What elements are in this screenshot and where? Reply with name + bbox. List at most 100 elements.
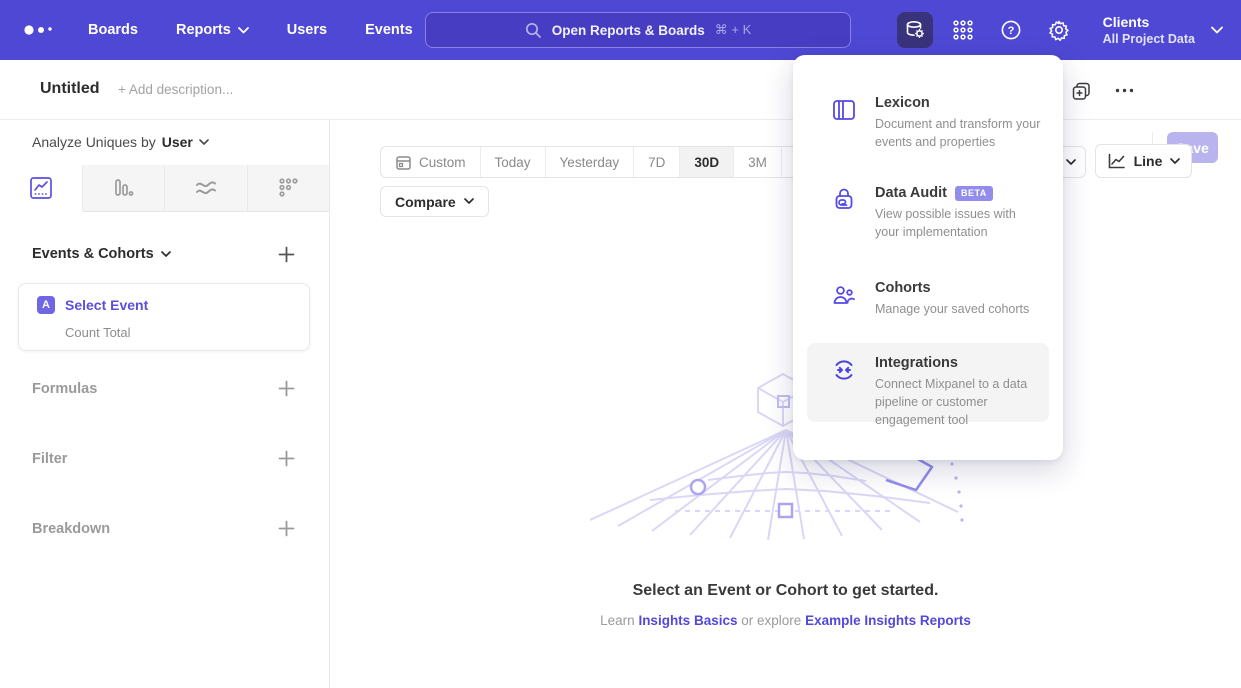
insights-basics-link[interactable]: Insights Basics — [638, 613, 737, 628]
bar-chart-tab-icon — [111, 176, 135, 200]
search-shortcut: ⌘ + K — [715, 22, 752, 38]
date-range-7d[interactable]: 7D — [633, 147, 679, 177]
menu-item-data-audit[interactable]: Data Audit BETA View possible issues wit… — [807, 173, 1049, 253]
data-audit-icon — [831, 185, 857, 241]
nav-item-label: Events — [365, 22, 413, 38]
plus-icon — [278, 380, 295, 397]
event-count-type[interactable]: Count Total — [65, 325, 131, 340]
lexicon-book-icon — [831, 95, 857, 151]
select-event-button[interactable]: Select Event — [65, 297, 148, 313]
subtitle-text: or explore — [741, 613, 801, 628]
event-series-badge: A — [37, 296, 55, 314]
org-name: Clients — [1103, 14, 1195, 31]
chevron-down-icon[interactable] — [199, 139, 209, 146]
analyze-uniques-row: Analyze Uniques by User — [32, 134, 209, 150]
chart-type-dropdown[interactable]: Line — [1095, 144, 1192, 178]
global-search-input[interactable]: Open Reports & Boards ⌘ + K — [425, 12, 851, 48]
filter-section-label: Filter — [32, 451, 67, 467]
apps-grid-icon — [952, 19, 974, 41]
query-sidebar: Analyze Uniques by User — [0, 120, 330, 688]
search-icon — [525, 22, 542, 39]
calendar-icon — [395, 154, 412, 171]
date-range-custom[interactable]: Custom — [381, 147, 480, 177]
chevron-down-icon — [161, 251, 171, 258]
tab-metric-chart[interactable] — [248, 165, 330, 212]
metric-tab-icon — [276, 176, 300, 200]
nav-item-boards[interactable]: Boards — [88, 22, 138, 38]
tab-line-chart[interactable] — [0, 165, 83, 212]
date-range-30d[interactable]: 30D — [679, 147, 733, 177]
date-range-label: 30D — [694, 155, 719, 170]
report-description-field[interactable]: + Add description... — [118, 82, 233, 97]
add-event-button[interactable] — [278, 246, 295, 263]
top-navbar: Boards Reports Users Events Open Reports… — [0, 0, 1241, 60]
date-range-today[interactable]: Today — [480, 147, 545, 177]
menu-item-title: Data Audit — [875, 185, 947, 201]
chevron-down-icon — [1211, 26, 1223, 34]
nav-item-label: Reports — [176, 22, 231, 38]
help-button[interactable]: ? — [993, 12, 1029, 48]
tab-stacked-chart[interactable] — [165, 165, 248, 212]
analyze-label: Analyze Uniques by — [32, 134, 156, 150]
analyze-value-dropdown[interactable]: User — [162, 134, 193, 150]
menu-item-title: Cohorts — [875, 280, 931, 296]
mixpanel-logo[interactable] — [20, 16, 64, 44]
empty-state-title: Select an Event or Cohort to get started… — [330, 582, 1241, 600]
chevron-down-icon — [1170, 158, 1180, 165]
date-range-yesterday[interactable]: Yesterday — [545, 147, 634, 177]
apps-grid-button[interactable] — [945, 12, 981, 48]
nav-item-users[interactable]: Users — [287, 22, 327, 38]
events-cohorts-label: Events & Cohorts — [32, 246, 154, 262]
nav-item-reports[interactable]: Reports — [176, 22, 249, 38]
nav-item-events[interactable]: Events — [365, 22, 413, 38]
settings-button[interactable] — [1041, 12, 1077, 48]
menu-item-cohorts[interactable]: Cohorts Manage your saved cohorts — [807, 268, 1049, 330]
menu-item-title: Lexicon — [875, 95, 930, 111]
integrations-sync-icon — [831, 355, 857, 410]
subtitle-text: Learn — [600, 613, 635, 628]
more-options-button[interactable] — [1115, 88, 1134, 93]
menu-item-integrations[interactable]: Integrations Connect Mixpanel to a data … — [807, 343, 1049, 422]
menu-item-lexicon[interactable]: Lexicon Document and transform your even… — [807, 83, 1049, 163]
formulas-section-label: Formulas — [32, 381, 97, 397]
event-card[interactable]: A Select Event Count Total — [18, 283, 310, 351]
plus-icon — [278, 246, 295, 263]
menu-item-description: Connect Mixpanel to a data pipeline or c… — [875, 375, 1043, 429]
beta-badge: BETA — [955, 186, 993, 201]
date-range-label: 7D — [648, 155, 665, 170]
menu-item-description: View possible issues with your implement… — [875, 205, 1043, 241]
events-cohorts-header[interactable]: Events & Cohorts — [32, 246, 171, 262]
data-management-button[interactable] — [897, 12, 933, 48]
example-insights-reports-link[interactable]: Example Insights Reports — [805, 613, 971, 628]
compare-button[interactable]: Compare — [380, 186, 489, 217]
date-range-label: Yesterday — [560, 155, 620, 170]
line-chart-icon — [1107, 153, 1126, 170]
chart-type-tabs — [0, 165, 329, 212]
tab-bar-chart[interactable] — [83, 165, 166, 212]
nav-links: Boards Reports Users Events — [88, 22, 413, 38]
chevron-down-icon — [238, 27, 249, 34]
menu-item-title: Integrations — [875, 355, 958, 371]
date-range-label: Today — [495, 155, 531, 170]
project-switcher[interactable]: Clients All Project Data — [1103, 14, 1223, 47]
menu-item-description: Manage your saved cohorts — [875, 300, 1043, 318]
date-range-3m[interactable]: 3M — [733, 147, 781, 177]
navbar-tools: ? Clients All Project Data — [897, 0, 1241, 60]
line-chart-tab-icon — [29, 176, 53, 200]
plus-icon — [278, 520, 295, 537]
menu-item-description: Document and transform your events and p… — [875, 115, 1043, 151]
copy-plus-icon — [1072, 82, 1091, 101]
data-management-menu: Lexicon Document and transform your even… — [793, 55, 1063, 460]
duplicate-report-button[interactable] — [1072, 82, 1091, 101]
svg-text:?: ? — [1007, 25, 1014, 37]
database-gear-icon — [903, 18, 927, 42]
report-title[interactable]: Untitled — [40, 80, 100, 98]
add-formula-button[interactable] — [278, 380, 295, 397]
nav-item-label: Users — [287, 22, 327, 38]
breakdown-section-label: Breakdown — [32, 521, 110, 537]
chevron-down-icon — [464, 198, 474, 205]
cohorts-people-icon — [831, 280, 857, 318]
add-breakdown-button[interactable] — [278, 520, 295, 537]
ellipsis-icon — [1115, 88, 1134, 93]
add-filter-button[interactable] — [278, 450, 295, 467]
